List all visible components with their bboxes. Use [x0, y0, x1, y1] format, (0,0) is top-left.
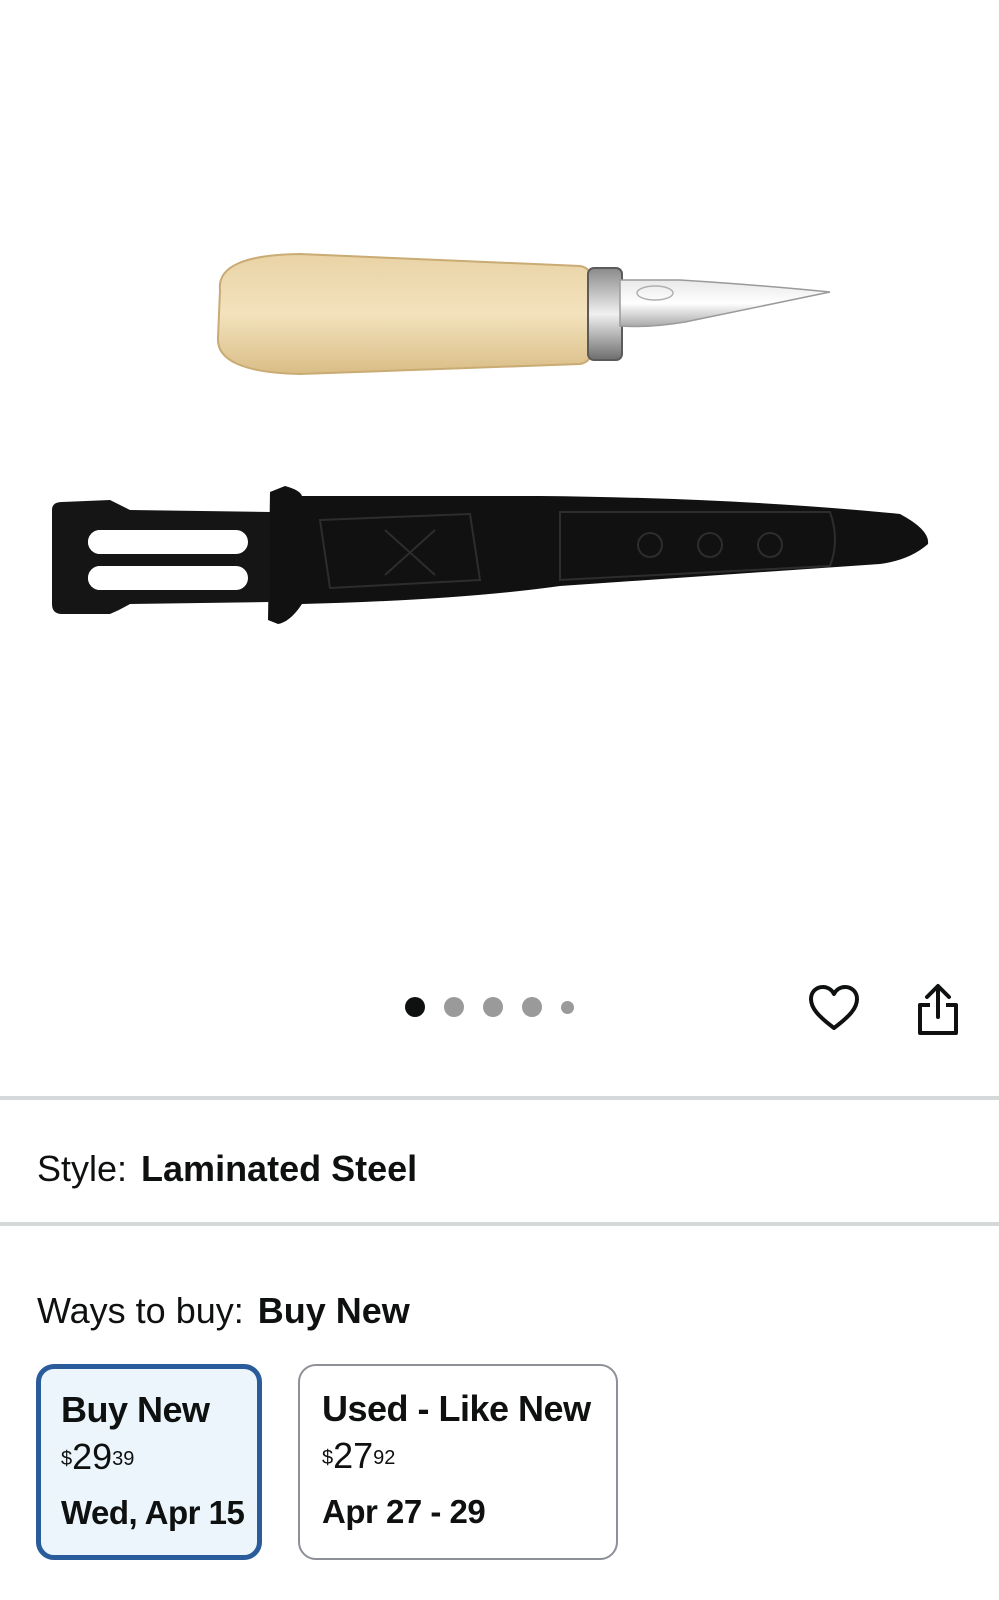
- pagination-dot[interactable]: [483, 997, 503, 1017]
- option-title: Buy New: [61, 1389, 210, 1430]
- section-divider: [0, 1096, 999, 1100]
- product-image[interactable]: [40, 230, 940, 650]
- style-label: Style:: [37, 1148, 128, 1189]
- option-delivery-date: Apr 27 - 29: [322, 1493, 486, 1530]
- buy-new-option[interactable]: Buy New $2939 Wed, Apr 15: [36, 1364, 262, 1560]
- share-icon: [918, 984, 958, 1035]
- pagination-dot[interactable]: [522, 997, 542, 1017]
- option-price: $2792: [322, 1435, 396, 1476]
- used-like-new-option[interactable]: Used - Like New $2792 Apr 27 - 29: [298, 1364, 618, 1560]
- ways-to-buy-row: Ways to buy: Buy New: [37, 1290, 410, 1332]
- style-row[interactable]: Style: Laminated Steel: [37, 1148, 417, 1190]
- favorite-button[interactable]: [806, 980, 862, 1036]
- option-title: Used - Like New: [322, 1388, 591, 1429]
- pagination-dot[interactable]: [444, 997, 464, 1017]
- option-delivery-date: Wed, Apr 15: [61, 1494, 245, 1531]
- product-image-gallery[interactable]: [0, 0, 999, 1100]
- section-divider: [0, 1222, 999, 1226]
- share-button[interactable]: [910, 980, 966, 1040]
- pagination-dot-active[interactable]: [405, 997, 425, 1017]
- heart-icon: [809, 985, 859, 1030]
- image-pagination-dots[interactable]: [405, 997, 593, 1017]
- option-price: $2939: [61, 1436, 135, 1477]
- pagination-dot[interactable]: [561, 1000, 574, 1014]
- ways-to-buy-selected: Buy New: [257, 1290, 410, 1331]
- style-value: Laminated Steel: [141, 1148, 418, 1189]
- ways-to-buy-label: Ways to buy:: [37, 1290, 244, 1331]
